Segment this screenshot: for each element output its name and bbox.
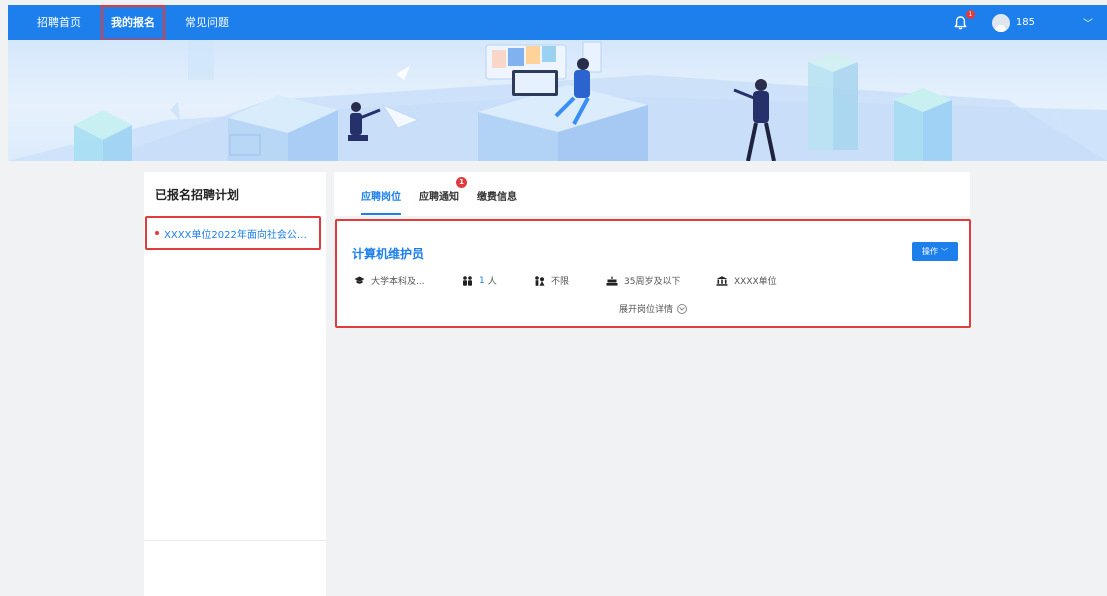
tower-top-center <box>188 40 214 80</box>
tab-payment-info[interactable]: 缴费信息 <box>477 188 517 216</box>
registered-plans-panel: 已报名招聘计划 XXXX单位2022年面向社会公开招... <box>144 172 326 596</box>
cake-icon <box>606 276 618 286</box>
meta-age: 35周岁及以下 <box>606 274 680 287</box>
avatar[interactable] <box>991 13 1010 32</box>
age-value: 35周岁及以下 <box>624 277 681 287</box>
expand-details-label: 展开岗位详情 <box>618 305 673 315</box>
plan-list-item-label: XXXX单位2022年面向社会公开招... <box>164 229 314 241</box>
actions-button-label: 操作 <box>922 247 938 256</box>
headcount-value: 1 <box>479 275 485 286</box>
bell-icon <box>954 15 967 29</box>
nav-item-faq[interactable]: 常见问题 <box>182 12 232 34</box>
cube-left <box>74 110 132 161</box>
nav-item-home[interactable]: 招聘首页 <box>34 12 84 34</box>
plan-list-item[interactable]: XXXX单位2022年面向社会公开招... <box>145 216 321 250</box>
divider <box>144 540 326 541</box>
gender-icon <box>535 275 545 286</box>
people-icon <box>463 275 472 286</box>
chevron-down-icon[interactable]: ﹀ <box>1083 15 1093 30</box>
tab-application-notices[interactable]: 应聘通知 1 <box>419 177 467 216</box>
institution-icon <box>716 275 728 286</box>
chevron-down-circle-icon <box>677 303 687 314</box>
meta-gender: 不限 <box>534 274 569 287</box>
avatar-silhouette-icon <box>995 24 1007 32</box>
user-area: 1 185 ﹀ <box>950 9 1093 34</box>
headcount-unit: 人 <box>487 277 497 287</box>
tab-label: 应聘通知 <box>419 192 459 203</box>
top-nav-bar: 招聘首页 我的报名 常见问题 1 185 ﹀ <box>8 4 1107 41</box>
notification-badge: 1 <box>965 9 975 19</box>
notification-button[interactable]: 1 <box>950 9 975 34</box>
nav-item-my-registration[interactable]: 我的报名 <box>101 4 165 41</box>
meta-education: 大学本科及... <box>354 274 425 287</box>
registered-plans-title: 已报名招聘计划 <box>155 188 240 202</box>
user-name: 185 <box>1015 17 1035 28</box>
tab-applied-positions[interactable]: 应聘岗位 <box>361 188 401 216</box>
notice-badge: 1 <box>456 177 467 188</box>
tabs-bar: 应聘岗位 应聘通知 1 缴费信息 <box>334 172 970 216</box>
education-value: 大学本科及... <box>371 277 425 287</box>
tab-label: 缴费信息 <box>477 192 517 203</box>
job-meta-row: 大学本科及... 1 人 不限 35周岁及以下 XXXX单位 <box>354 274 954 287</box>
hero-banner <box>8 40 1107 161</box>
tab-label: 应聘岗位 <box>361 192 401 203</box>
tower-right <box>808 52 858 150</box>
expand-details-link[interactable]: 展开岗位详情 <box>337 302 969 315</box>
unit-value: XXXX单位 <box>734 277 777 287</box>
job-card: 计算机维护员 操作 ﹀ 大学本科及... 1 人 不限 35周岁及以下 XXXX… <box>335 219 971 328</box>
graduation-cap-icon <box>354 276 365 284</box>
meta-headcount: 1 人 <box>462 274 497 287</box>
actions-button[interactable]: 操作 ﹀ <box>912 242 958 261</box>
chevron-down-icon: ﹀ <box>941 247 948 256</box>
cube-right <box>894 88 952 161</box>
application-content: 应聘岗位 应聘通知 1 缴费信息 计算机维护员 操作 ﹀ 大学本科及... 1 … <box>334 172 971 596</box>
bullet-dot-icon <box>155 231 159 235</box>
meta-unit: XXXX单位 <box>716 274 777 287</box>
gender-value: 不限 <box>551 277 570 287</box>
job-title[interactable]: 计算机维护员 <box>352 245 424 262</box>
banner-illustration <box>8 40 1107 161</box>
